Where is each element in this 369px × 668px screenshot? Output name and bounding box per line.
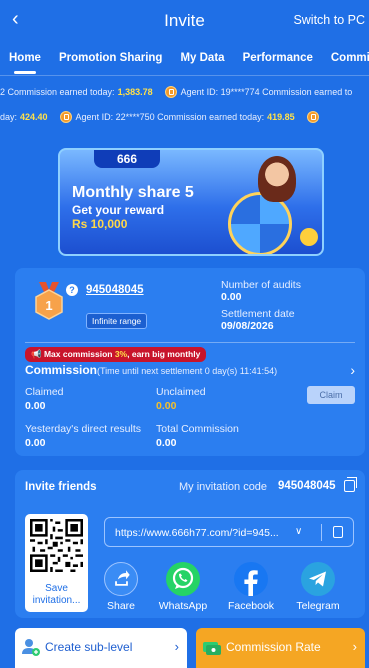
ticker-row: day: 424.40 Agent ID: 22****750 Commissio… xyxy=(0,104,369,129)
switch-to-pc-link[interactable]: Switch to PC xyxy=(293,13,365,27)
settlement-countdown: (Time until next settlement 0 day(s) 11:… xyxy=(97,366,278,376)
coin-decoration xyxy=(300,228,318,246)
mascot-image xyxy=(258,156,296,202)
ticker-item: Agent ID: 22****750 Commission earned to… xyxy=(59,110,295,123)
money-icon xyxy=(203,642,221,655)
invitation-code-label: My invitation code xyxy=(179,481,268,493)
audits-value: 0.00 xyxy=(221,291,242,303)
invitation-url-field[interactable]: https://www.666h77.com/?id=945... ∨ xyxy=(104,517,354,547)
facebook-icon xyxy=(234,562,268,596)
tab-home[interactable]: Home xyxy=(0,40,50,75)
invitation-code: 945048045 xyxy=(278,480,336,492)
save-invitation-button[interactable]: Save invitation... xyxy=(25,514,88,612)
tab-promotion-sharing[interactable]: Promotion Sharing xyxy=(50,40,172,75)
agent-id[interactable]: 945048045 xyxy=(86,284,144,296)
copy-url-icon[interactable] xyxy=(333,526,343,538)
yesterday-results-label: Yesterday's direct results xyxy=(25,423,142,435)
audits-label: Number of audits xyxy=(221,279,301,291)
help-icon[interactable]: ? xyxy=(66,284,78,296)
ticker-item: 2 Commission earned today: 1,383.78 xyxy=(0,86,153,97)
total-commission-value: 0.00 xyxy=(156,437,177,449)
ticker-row: 2 Commission earned today: 1,383.78 Agent… xyxy=(0,79,369,104)
ticker-item xyxy=(306,110,323,123)
claimed-value: 0.00 xyxy=(25,400,46,412)
divider xyxy=(25,342,355,343)
commission-rate-button[interactable]: Commission Rate › xyxy=(196,628,365,668)
create-sub-level-button[interactable]: Create sub-level › xyxy=(15,628,187,668)
level-number: 1 xyxy=(45,298,52,313)
commission-title[interactable]: Commission(Time until next settlement 0 … xyxy=(25,363,277,377)
add-user-icon xyxy=(22,639,40,656)
qr-code-image xyxy=(30,519,83,572)
tab-commission[interactable]: Commission xyxy=(322,40,369,75)
range-badge: Infinite range xyxy=(86,313,148,329)
level-medal-icon: 1 xyxy=(35,282,63,320)
invitation-url: https://www.666h77.com/?id=945... xyxy=(115,527,279,539)
coin-icon xyxy=(164,85,177,98)
unclaimed-label: Unclaimed xyxy=(156,386,206,398)
commission-card: 1 ? 945048045 Infinite range Number of a… xyxy=(15,268,365,456)
banner-subline: Get your reward xyxy=(72,203,165,217)
megaphone-icon: 📢 xyxy=(31,349,42,359)
chevron-right-icon: › xyxy=(352,639,357,654)
tab-bar: Home Promotion Sharing My Data Performan… xyxy=(0,40,369,76)
whatsapp-icon xyxy=(166,562,200,596)
tab-my-data[interactable]: My Data xyxy=(171,40,233,75)
unclaimed-value: 0.00 xyxy=(156,400,177,412)
copy-icon[interactable] xyxy=(344,477,357,492)
separator xyxy=(321,524,322,541)
total-commission-label: Total Commission xyxy=(156,423,239,435)
coin-icon xyxy=(59,110,72,123)
banner-headline: Monthly share 5 xyxy=(72,184,194,201)
create-sub-level-label: Create sub-level xyxy=(45,640,133,654)
tab-performance[interactable]: Performance xyxy=(234,40,322,75)
invite-card: Invite friends My invitation code 945048… xyxy=(15,470,365,618)
claim-button[interactable]: Claim xyxy=(307,386,355,404)
yesterday-results-value: 0.00 xyxy=(25,437,46,449)
max-commission-tag: 📢 Max commission 3%, earn big monthly xyxy=(25,347,207,362)
save-invitation-label: Save invitation... xyxy=(32,583,81,606)
app-header: ‹ Invite Switch to PC xyxy=(0,0,369,40)
commission-rate-label: Commission Rate xyxy=(226,640,321,654)
whatsapp-button[interactable]: WhatsApp xyxy=(153,562,213,612)
coin-icon xyxy=(306,110,319,123)
brand-logo: 666 xyxy=(94,150,160,168)
settlement-value: 09/08/2026 xyxy=(221,320,274,332)
ticker-item: Agent ID: 19****774 Commission earned to xyxy=(164,85,352,98)
chevron-right-icon: › xyxy=(174,639,179,654)
share-button[interactable]: Share xyxy=(91,562,151,612)
ticker-item: day: 424.40 xyxy=(0,111,48,122)
chevron-down-icon[interactable]: ∨ xyxy=(295,526,302,537)
promo-banner[interactable]: 666 Monthly share 5 Get your reward Rs 1… xyxy=(58,148,324,256)
share-icon xyxy=(104,562,138,596)
settlement-label: Settlement date xyxy=(221,308,295,320)
telegram-icon xyxy=(301,562,335,596)
telegram-button[interactable]: Telegram xyxy=(288,562,348,612)
chevron-right-icon[interactable]: › xyxy=(350,362,355,378)
facebook-button[interactable]: Facebook xyxy=(221,562,281,612)
banner-reward: Rs 10,000 xyxy=(72,217,128,231)
claimed-label: Claimed xyxy=(25,386,64,398)
invite-title: Invite friends xyxy=(25,481,97,493)
